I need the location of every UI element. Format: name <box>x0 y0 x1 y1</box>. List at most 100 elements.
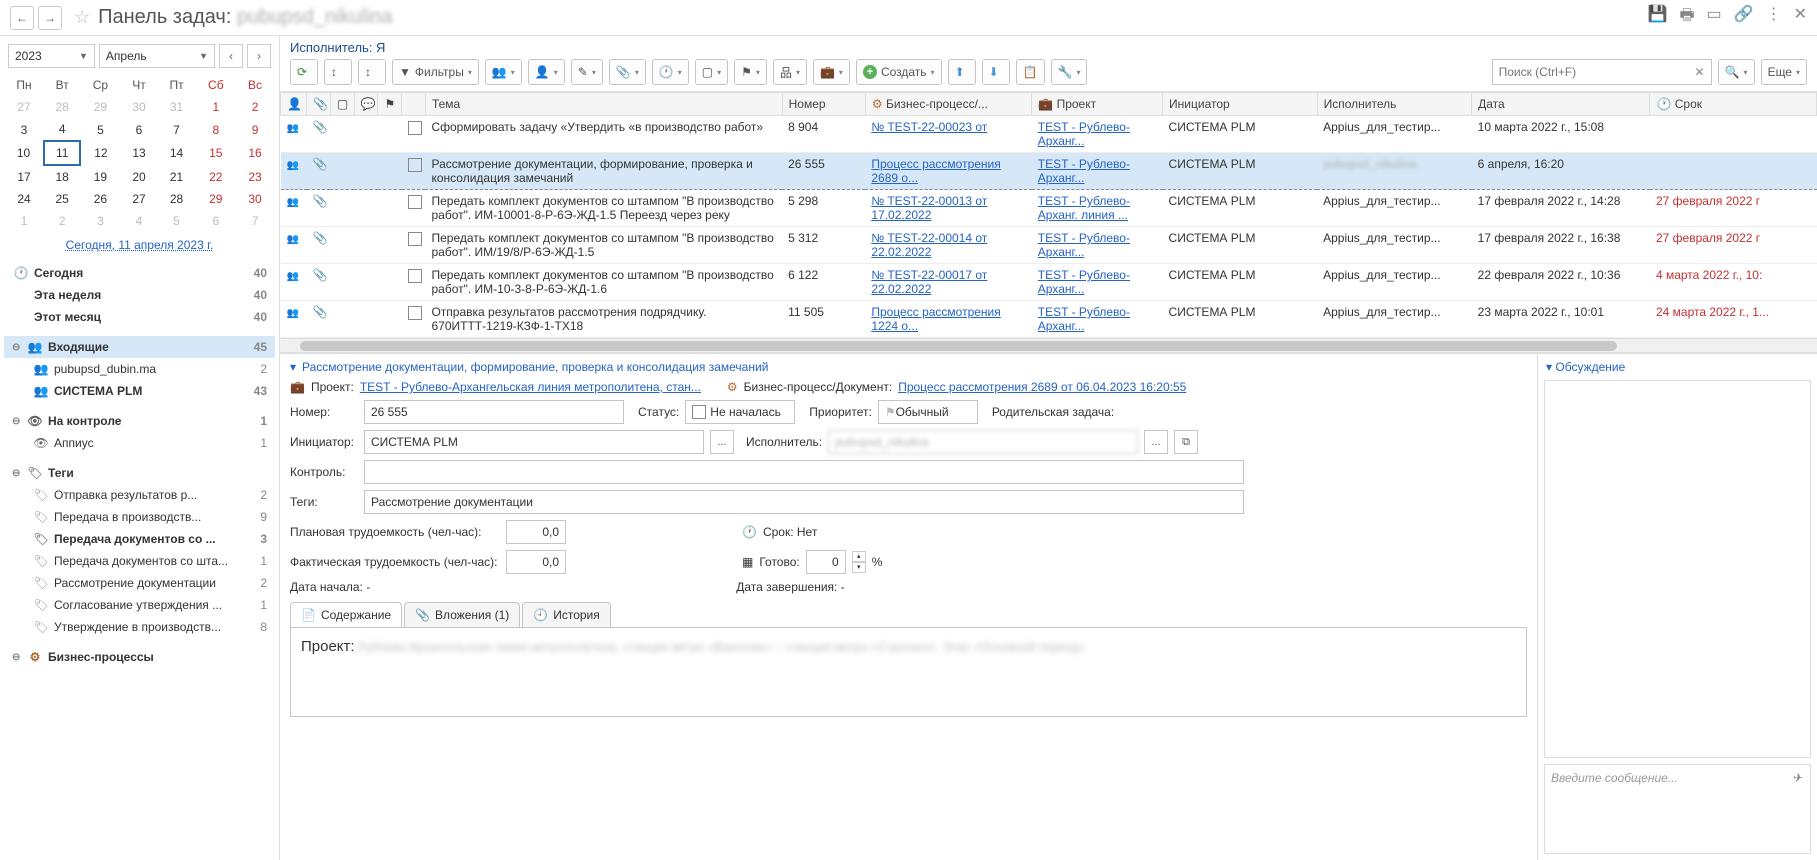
search-input[interactable] <box>1493 65 1689 79</box>
collapse-icon[interactable]: ⊖ <box>12 342 26 353</box>
edit-button[interactable]: ✎▾ <box>571 59 603 85</box>
inbox-child[interactable]: 👥pubupsd_dubin.ma2 <box>4 358 275 380</box>
tab-attachments[interactable]: 📎Вложения (1) <box>404 602 520 627</box>
today-link[interactable]: Сегодня, 11 апреля 2023 г. <box>4 238 275 252</box>
cell-project-link[interactable]: TEST - Рублево-Арханг... <box>1038 157 1130 185</box>
hierarchy-button[interactable]: 品▾ <box>773 59 807 85</box>
more-button[interactable]: Еще▾ <box>1761 59 1807 85</box>
col-importance[interactable]: 👤 <box>281 93 307 116</box>
ready-spinner[interactable]: ▴▾ <box>852 551 866 573</box>
tag-item[interactable]: 🏷Согласование утверждения ...1 <box>4 594 275 616</box>
col-due[interactable]: 🕐 Срок <box>1650 93 1817 116</box>
tags-field[interactable]: Рассмотрение документации <box>364 490 1244 514</box>
inbox-node[interactable]: ⊖👥Входящие45 <box>4 336 275 358</box>
nav-back-button[interactable]: ← <box>10 6 34 30</box>
h-scrollbar[interactable] <box>280 338 1817 352</box>
move-down-button[interactable]: ⬇ <box>982 59 1010 85</box>
year-select[interactable]: 2023▼ <box>8 44 95 68</box>
move-up-button[interactable]: ⬆ <box>948 59 976 85</box>
executor-lookup-button[interactable]: ... <box>1144 430 1168 454</box>
col-flag[interactable]: ⚑ <box>378 93 402 116</box>
tab-history[interactable]: 🕘История <box>522 602 611 627</box>
col-project[interactable]: 💼 Проект <box>1032 93 1163 116</box>
table-row[interactable]: 👥📎Передать комплект документов со штампо… <box>281 190 1817 227</box>
initiator-lookup-button[interactable]: ... <box>710 430 734 454</box>
collapse-icon[interactable]: ⊖ <box>12 468 26 479</box>
cell-bp-link[interactable]: № TEST-22-00013 от 17.02.2022 <box>871 194 987 222</box>
user-button[interactable]: 👤▾ <box>528 59 565 85</box>
tags-node[interactable]: ⊖🏷Теги <box>4 462 275 484</box>
sort-desc-button[interactable]: ↕ <box>358 59 386 85</box>
tools-button[interactable]: 🔧▾ <box>1051 59 1088 85</box>
tag-item[interactable]: 🏷Передача документов со шта...1 <box>4 550 275 572</box>
col-number[interactable]: Номер <box>782 93 865 116</box>
row-checkbox[interactable] <box>408 195 422 209</box>
collapse-icon[interactable]: ⊖ <box>12 416 26 427</box>
col-bp[interactable]: ⚙ Бизнес-процесс/... <box>865 93 1031 116</box>
clear-search-button[interactable]: ✕ <box>1689 65 1711 79</box>
fact-field[interactable]: 0,0 <box>506 550 566 574</box>
quick-month[interactable]: Этот месяц40 <box>4 306 275 328</box>
ready-field[interactable]: 0 <box>806 550 846 574</box>
detail-header[interactable]: ▾Рассмотрение документации, формирование… <box>290 360 1527 374</box>
cell-project-link[interactable]: TEST - Рублево-Арханг... <box>1038 120 1130 148</box>
col-date[interactable]: Дата <box>1472 93 1650 116</box>
refresh-button[interactable]: ⟳ <box>290 59 318 85</box>
control-field[interactable] <box>364 460 1244 484</box>
executor-field[interactable]: pubupsd_nikulina <box>828 430 1138 454</box>
col-attach[interactable]: 📎 <box>307 93 331 116</box>
tag-item[interactable]: 🏷Передача в производств...9 <box>4 506 275 528</box>
cell-project-link[interactable]: TEST - Рублево-Арханг... <box>1038 305 1130 333</box>
cell-bp-link[interactable]: № TEST-22-00023 от <box>871 120 987 134</box>
filters-button[interactable]: ▼Фильтры▾ <box>392 59 479 85</box>
detail-bp-link[interactable]: Процесс рассмотрения 2689 от 06.04.2023 … <box>898 380 1186 394</box>
tab-content[interactable]: 📄Содержание <box>290 602 402 627</box>
plan-field[interactable]: 0,0 <box>506 520 566 544</box>
row-checkbox[interactable] <box>408 158 422 172</box>
priority-field[interactable]: ⚑ Обычный <box>878 400 978 424</box>
row-checkbox[interactable] <box>408 232 422 246</box>
col-initiator[interactable]: Инициатор <box>1163 93 1318 116</box>
collapse-icon[interactable]: ⊖ <box>12 652 26 663</box>
tag-item[interactable]: 🏷Рассмотрение документации2 <box>4 572 275 594</box>
time-button[interactable]: 🕐▾ <box>652 59 689 85</box>
row-checkbox[interactable] <box>408 269 422 283</box>
box-button[interactable]: ▢▾ <box>695 59 728 85</box>
row-checkbox[interactable] <box>408 306 422 320</box>
cell-project-link[interactable]: TEST - Рублево-Арханг. линия ... <box>1038 194 1130 222</box>
initiator-field[interactable]: СИСТЕМА PLM <box>364 430 704 454</box>
close-icon[interactable]: ✕ <box>1794 4 1807 31</box>
table-row[interactable]: 👥📎Передать комплект документов со штампо… <box>281 264 1817 301</box>
create-button[interactable]: +Создать▾ <box>856 59 942 85</box>
table-row[interactable]: 👥📎Отправка результатов рассмотрения подр… <box>281 301 1817 338</box>
checkbox-icon[interactable] <box>692 405 706 419</box>
attach-button[interactable]: 📎▾ <box>609 59 646 85</box>
save-icon[interactable]: 💾 <box>1648 4 1668 31</box>
inbox-child[interactable]: 👥СИСТЕМА PLM43 <box>4 380 275 402</box>
table-row[interactable]: 👥📎Сформировать задачу «Утвердить «в прои… <box>281 116 1817 153</box>
col-check[interactable] <box>402 93 426 116</box>
col-executor[interactable]: Исполнитель <box>1317 93 1472 116</box>
row-checkbox[interactable] <box>408 121 422 135</box>
link-icon[interactable]: 🔗 <box>1734 4 1754 31</box>
cell-bp-link[interactable]: № TEST-22-00014 от 22.02.2022 <box>871 231 987 259</box>
control-node[interactable]: ⊖👁На контроле1 <box>4 410 275 432</box>
detail-project-link[interactable]: TEST - Рублево-Архангельская линия метро… <box>360 380 701 394</box>
print-icon[interactable]: 🖶 <box>1679 4 1694 31</box>
control-child[interactable]: 👁Аппиус1 <box>4 432 275 454</box>
bp-node[interactable]: ⊖⚙Бизнес-процессы <box>4 646 275 668</box>
cell-bp-link[interactable]: Процесс рассмотрения 2689 о... <box>871 157 1000 185</box>
form-button[interactable]: 📋 <box>1016 59 1045 85</box>
col-icon3[interactable]: ▢ <box>330 93 354 116</box>
more-menu-icon[interactable]: ⋮ <box>1766 4 1782 31</box>
report-icon[interactable]: ▭ <box>1707 4 1722 31</box>
quick-week[interactable]: Эта неделя40 <box>4 284 275 306</box>
tag-item[interactable]: 🏷Утверждение в производств...8 <box>4 616 275 638</box>
number-field[interactable]: 26 555 <box>364 400 624 424</box>
cal-prev-button[interactable]: ‹ <box>219 44 243 68</box>
table-row[interactable]: 👥📎Передать комплект документов со штампо… <box>281 227 1817 264</box>
sort-asc-button[interactable]: ↕ <box>324 59 352 85</box>
cell-bp-link[interactable]: № TEST-22-00017 от 22.02.2022 <box>871 268 987 296</box>
tag-item[interactable]: 🏷Отправка результатов р...2 <box>4 484 275 506</box>
search-submit-button[interactable]: 🔍▾ <box>1718 59 1755 85</box>
